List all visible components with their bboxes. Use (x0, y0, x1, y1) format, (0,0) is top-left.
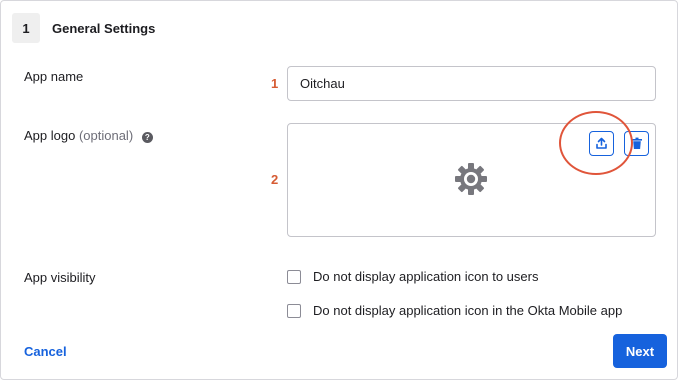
cancel-button[interactable]: Cancel (24, 344, 67, 359)
gear-icon (455, 163, 487, 195)
app-visibility-label: App visibility (24, 270, 96, 285)
next-button[interactable]: Next (613, 334, 667, 368)
step-title: General Settings (52, 20, 156, 36)
hide-icon-users-label: Do not display application icon to users (313, 269, 539, 284)
hide-icon-mobile-label: Do not display application icon in the O… (313, 303, 623, 318)
app-logo-label: App logo (optional) ? (24, 128, 153, 143)
hide-icon-users-checkbox[interactable] (287, 269, 301, 284)
upload-icon (596, 137, 607, 149)
app-logo-label-text: App logo (24, 128, 76, 143)
annotation-marker-2: 2 (271, 172, 279, 187)
optional-text: (optional) (78, 128, 134, 143)
question-circle-icon[interactable]: ? (141, 132, 153, 143)
delete-logo-button[interactable] (624, 131, 649, 156)
annotation-marker-1: 1 (271, 76, 279, 91)
app-name-input[interactable] (287, 66, 656, 101)
general-settings-card: 1 General Settings App name 1 App logo (… (0, 0, 678, 380)
visibility-option-mobile[interactable]: Do not display application icon in the O… (287, 303, 622, 318)
visibility-option-users[interactable]: Do not display application icon to users (287, 269, 538, 284)
hide-icon-mobile-checkbox[interactable] (287, 303, 301, 318)
step-header: 1 General Settings (12, 13, 155, 43)
app-name-label: App name (24, 69, 84, 84)
trash-icon (631, 137, 642, 149)
step-number: 1 (12, 13, 40, 43)
app-logo-dropzone[interactable] (287, 123, 656, 237)
upload-logo-button[interactable] (589, 131, 614, 156)
